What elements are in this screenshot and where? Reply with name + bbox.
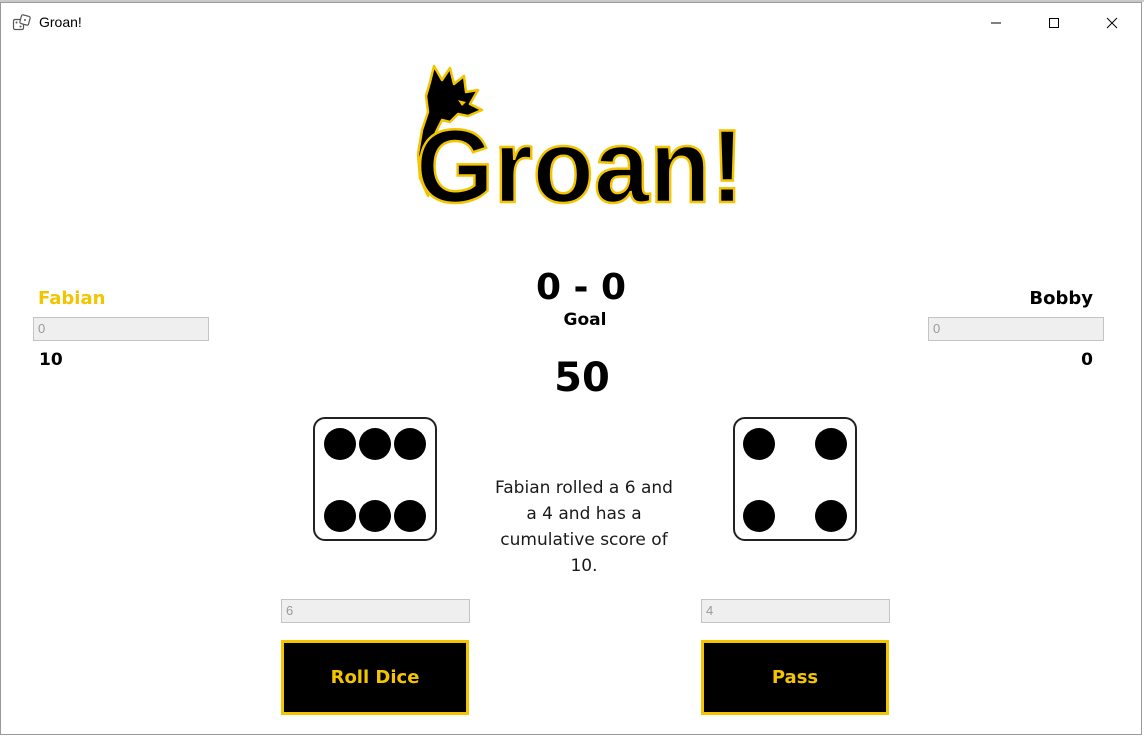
app-window: Groan! Groan! Fabian 0 10 Bobby 0 0 0 - … (0, 2, 1142, 735)
close-icon (1106, 14, 1118, 33)
maximize-button[interactable] (1025, 3, 1083, 43)
die-pip (394, 500, 426, 532)
maximize-icon (1048, 14, 1060, 33)
die-pip (359, 428, 391, 460)
player2-name: Bobby (1029, 288, 1093, 309)
goal-value: 50 (554, 355, 610, 401)
roll-dice-button[interactable]: Roll Dice (281, 640, 469, 715)
die-pip (324, 500, 356, 532)
die-pip (743, 500, 775, 532)
logo-text: Groan! (416, 109, 744, 211)
window-title: Groan! (39, 14, 82, 30)
die-pip (815, 428, 847, 460)
die-four (733, 417, 857, 541)
die-six (313, 417, 437, 541)
player2-score-input[interactable]: 0 (928, 317, 1104, 341)
die-pip (324, 428, 356, 460)
player1-score-input[interactable]: 0 (33, 317, 209, 341)
player1-name: Fabian (38, 288, 106, 309)
dice-icon (12, 13, 32, 33)
pass-button[interactable]: Pass (701, 640, 889, 715)
die2-value-input[interactable]: 4 (701, 599, 890, 623)
minimize-button[interactable] (967, 3, 1025, 43)
groan-logo: Groan! (406, 56, 751, 226)
die-pip (743, 428, 775, 460)
close-button[interactable] (1083, 3, 1141, 43)
player2-total: 0 (1081, 350, 1093, 370)
die1-value-input[interactable]: 6 (281, 599, 470, 623)
roll-message: Fabian rolled a 6 and a 4 and has a cumu… (495, 478, 673, 576)
minimize-icon (990, 14, 1002, 33)
die-pip (815, 500, 847, 532)
die-pip (359, 500, 391, 532)
die-pip (394, 428, 426, 460)
match-score: 0 - 0 (535, 267, 627, 308)
title-bar[interactable]: Groan! (1, 3, 1141, 43)
goal-label: Goal (563, 310, 607, 330)
player1-total: 10 (39, 350, 63, 370)
